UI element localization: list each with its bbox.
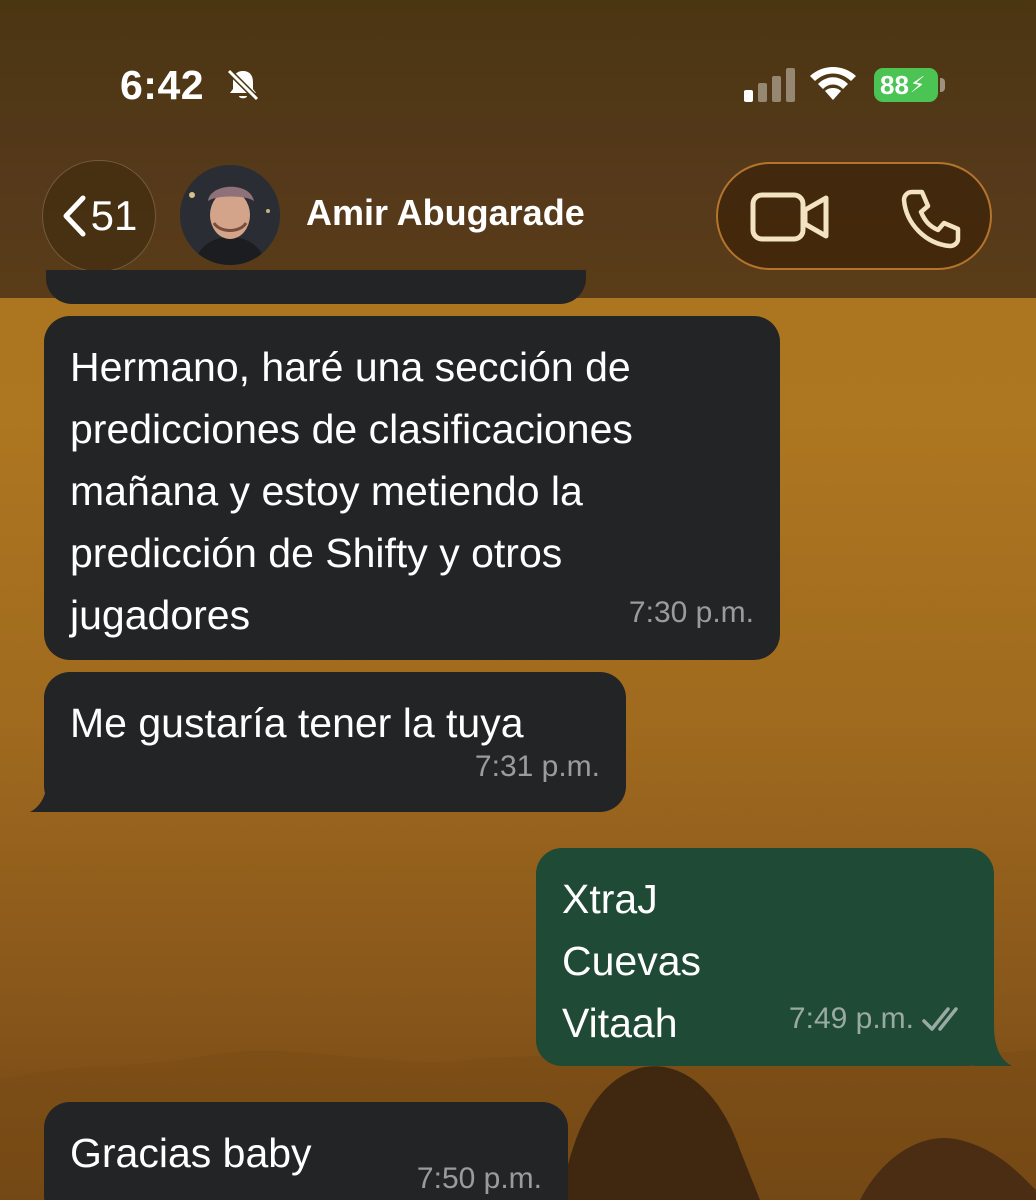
message-time: 7:31 p.m. (475, 736, 600, 798)
video-call-icon[interactable] (750, 190, 830, 244)
bubble-tail (30, 772, 68, 812)
message-time: 7:30 p.m. (629, 582, 754, 644)
bell-slash-icon (226, 68, 260, 102)
battery-indicator: 88 ⚡ (874, 68, 938, 102)
message-time: 7:49 p.m. (789, 988, 968, 1050)
double-check-icon (922, 1007, 958, 1031)
avatar[interactable] (180, 165, 280, 265)
avatar-image (180, 165, 280, 265)
unread-count: 51 (90, 192, 138, 239)
status-time: 6:42 (120, 62, 205, 108)
message-bubble-incoming[interactable]: Gracias baby 7:50 p.m. (44, 1102, 568, 1200)
phone-icon[interactable] (898, 186, 962, 250)
battery-charging-icon: ⚡ (909, 72, 926, 97)
message-timestamp: 7:30 p.m. (628, 596, 754, 629)
message-timestamp: 7:31 p.m. (474, 750, 600, 783)
message-timestamp: 7:50 p.m. (416, 1162, 542, 1195)
chevron-left-icon (63, 195, 86, 237)
bubble-tail (974, 1026, 1012, 1066)
back-button[interactable]: 51 (42, 160, 156, 272)
message-bubble-outgoing[interactable]: XtraJ Cuevas Vitaah 7:49 p.m. (536, 848, 994, 1066)
message-bubble-incoming[interactable]: Hermano, haré una sección de prediccione… (44, 316, 780, 660)
battery-level: 88 (880, 69, 909, 100)
battery-nub (940, 78, 945, 92)
contact-name[interactable]: Amir Abugarade (306, 192, 585, 234)
previous-message-bubble (46, 270, 586, 304)
wifi-icon (810, 67, 856, 100)
message-time: 7:50 p.m. (417, 1148, 542, 1200)
message-timestamp: 7:49 p.m. (788, 1002, 914, 1035)
message-bubble-incoming[interactable]: Me gustaría tener la tuya 7:31 p.m. (44, 672, 626, 812)
signal-icon (744, 68, 795, 102)
